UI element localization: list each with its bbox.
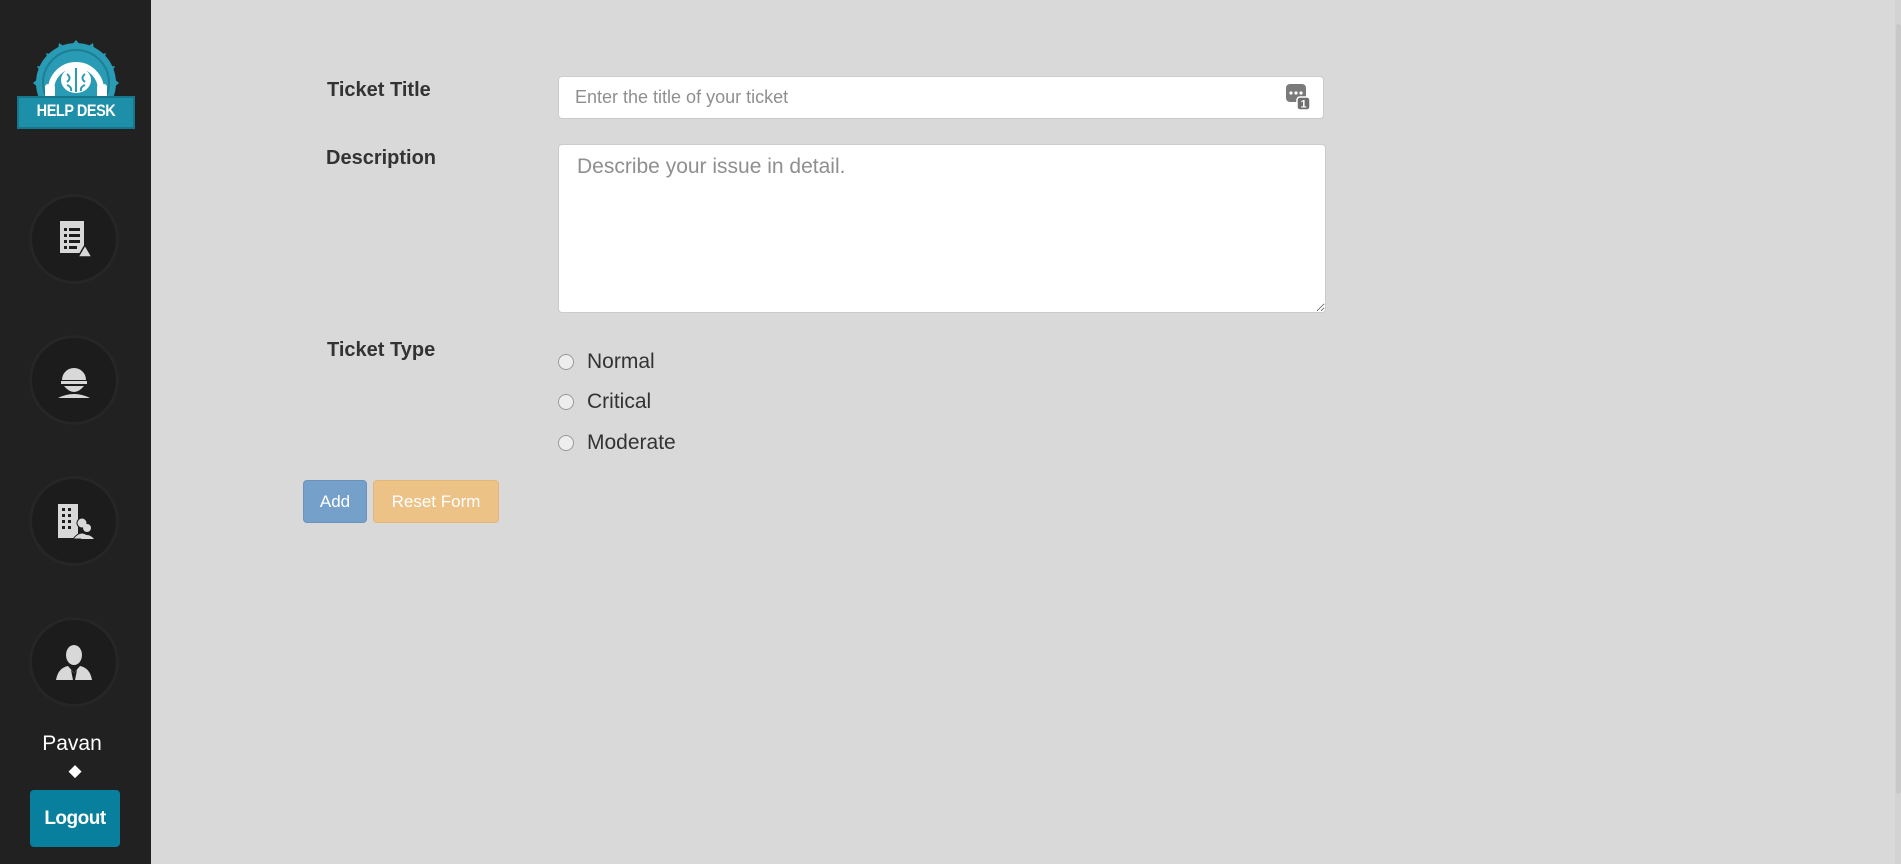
user-icon <box>58 368 90 398</box>
nav-tickets-button[interactable] <box>29 194 119 284</box>
radio-normal[interactable] <box>558 354 574 370</box>
reset-form-button[interactable]: Reset Form <box>373 480 499 523</box>
password-count-badge: 1 <box>1300 99 1306 111</box>
ticket-type-critical-option[interactable]: Critical <box>558 390 651 414</box>
radio-label-moderate: Moderate <box>587 431 676 454</box>
password-manager-icon[interactable]: 1 <box>1286 84 1310 110</box>
ticket-title-label: Ticket Title <box>327 79 431 101</box>
ticket-type-normal-option[interactable]: Normal <box>558 350 655 374</box>
page-scrollbar[interactable] <box>1895 0 1901 864</box>
logo-text: HELP DESK <box>36 101 116 120</box>
scrollbar-thumb[interactable] <box>1896 24 1901 794</box>
ticket-type-moderate-option[interactable]: Moderate <box>558 431 676 455</box>
building-users-icon <box>58 504 94 540</box>
description-textarea[interactable] <box>558 144 1326 313</box>
admin-user-icon <box>56 645 92 680</box>
radio-label-critical: Critical <box>587 390 652 413</box>
user-name: Pavan <box>42 732 102 755</box>
description-label: Description <box>326 147 437 169</box>
user-menu-toggle-icon[interactable]: ◆ <box>0 761 150 781</box>
radio-critical[interactable] <box>558 394 574 410</box>
radio-moderate[interactable] <box>558 435 574 451</box>
nav-profile-button[interactable] <box>29 335 119 425</box>
help-desk-logo[interactable]: HELP DESK <box>17 40 135 130</box>
ticket-type-label: Ticket Type <box>327 339 436 361</box>
logout-button[interactable]: Logout <box>30 790 120 847</box>
ticket-title-input[interactable] <box>558 76 1324 119</box>
nav-admin-button[interactable] <box>29 617 119 707</box>
nav-departments-button[interactable] <box>29 476 119 566</box>
ticket-list-icon <box>60 221 94 258</box>
sidebar: HELP DESK Pavan ◆ Logout <box>0 0 151 864</box>
add-ticket-button[interactable]: Add <box>303 480 367 523</box>
radio-label-normal: Normal <box>587 350 655 373</box>
